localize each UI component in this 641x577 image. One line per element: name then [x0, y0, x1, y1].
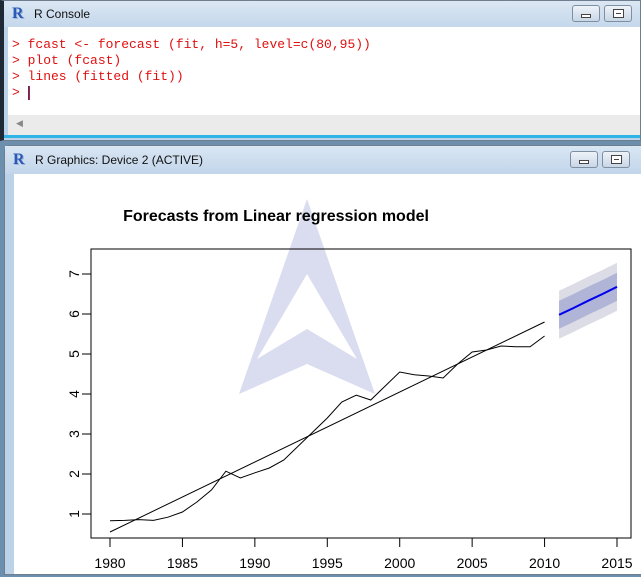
graphics-title: R Graphics: Device 2 (ACTIVE): [35, 153, 204, 167]
y-tick-label: 7: [66, 270, 82, 278]
console-line: > plot (fcast): [12, 53, 122, 68]
x-tick-label: 2005: [457, 555, 488, 571]
x-tick-label: 1980: [94, 555, 125, 571]
x-tick-label: 2015: [601, 555, 632, 571]
x-tick-label: 2000: [384, 555, 415, 571]
watermark-arrow-shape: [239, 199, 375, 394]
plot-box: [90, 248, 632, 539]
window-divider: [4, 135, 640, 138]
graphics-titlebar[interactable]: R R Graphics: Device 2 (ACTIVE): [5, 146, 641, 174]
r-graphics-window: R R Graphics: Device 2 (ACTIVE) Forecast…: [4, 145, 641, 575]
plot-area: Forecasts from Linear regression model 1…: [14, 174, 641, 574]
r-console-window: R R Console > fcast <- forecast (fit, h=…: [0, 0, 641, 141]
y-tick-label: 6: [66, 310, 82, 318]
y-tick-label: 4: [66, 390, 82, 398]
x-tick-label: 1985: [167, 555, 198, 571]
console-titlebar[interactable]: R R Console: [4, 1, 640, 27]
y-tick-label: 5: [66, 350, 82, 358]
horizontal-scrollbar[interactable]: ◀: [8, 115, 640, 135]
restore-icon: [610, 155, 622, 164]
console-prompt: >: [12, 85, 28, 100]
minimize-icon: [579, 159, 589, 164]
x-tick-label: 2010: [529, 555, 560, 571]
graphics-minimize-button[interactable]: [570, 151, 598, 168]
r-logo-icon: R: [12, 5, 24, 22]
console-prompt-line[interactable]: >: [8, 85, 640, 101]
console-line: > lines (fitted (fit)): [12, 69, 184, 84]
chevron-left-icon[interactable]: ◀: [16, 119, 23, 129]
r-logo-icon: R: [13, 151, 25, 168]
graphics-restore-button[interactable]: [602, 151, 630, 168]
text-cursor: [27, 85, 30, 100]
chart-title: Forecasts from Linear regression model: [123, 208, 429, 225]
console-line: > fcast <- forecast (fit, h=5, level=c(8…: [12, 37, 371, 52]
y-tick-label: 1: [66, 510, 82, 518]
restore-icon: [612, 9, 624, 18]
y-tick-label: 3: [66, 430, 82, 438]
y-tick-label: 2: [66, 470, 82, 478]
forecast-chart: Forecasts from Linear regression model 1…: [66, 199, 633, 571]
console-restore-button[interactable]: [604, 5, 632, 22]
x-tick-label: 1990: [239, 555, 270, 571]
x-tick-label: 1995: [312, 555, 343, 571]
minimize-icon: [581, 13, 591, 18]
console-minimize-button[interactable]: [572, 5, 600, 22]
watermark-arrow-icon: [239, 199, 375, 394]
console-title: R Console: [34, 7, 91, 21]
console-output[interactable]: > fcast <- forecast (fit, h=5, level=c(8…: [8, 27, 640, 115]
